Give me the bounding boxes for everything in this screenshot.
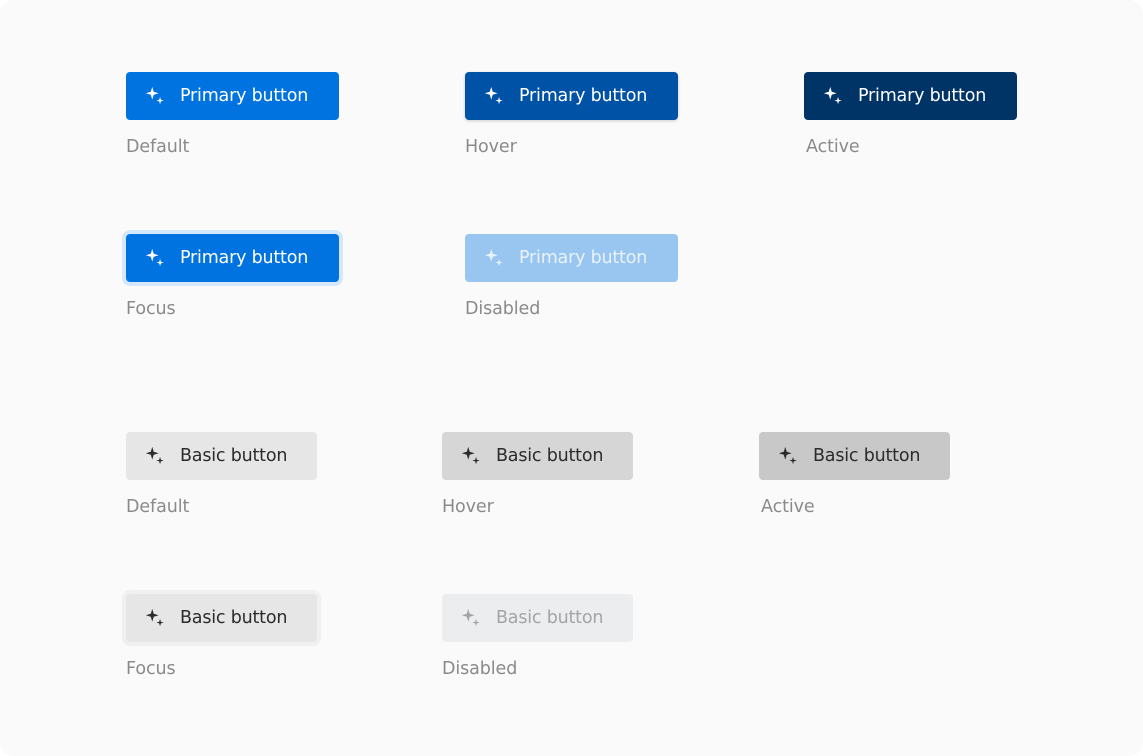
state-label: Hover — [442, 497, 494, 517]
button-label: Basic button — [496, 608, 604, 628]
state-label: Active — [761, 497, 815, 517]
button-label: Primary button — [180, 248, 309, 268]
primary-button-disabled: Primary button — [465, 234, 678, 282]
state-label: Focus — [126, 659, 176, 679]
sparkles-icon — [460, 445, 482, 467]
primary-default-cell: Primary button Default — [126, 72, 339, 157]
button-states-showcase: Primary button Default Primary button Ho… — [0, 0, 1143, 756]
button-label: Primary button — [519, 86, 648, 106]
state-label: Default — [126, 497, 190, 517]
state-label: Hover — [465, 137, 517, 157]
button-label: Primary button — [858, 86, 987, 106]
sparkles-icon — [144, 607, 166, 629]
primary-button-active[interactable]: Primary button — [804, 72, 1017, 120]
primary-button-default[interactable]: Primary button — [126, 72, 339, 120]
primary-disabled-cell: Primary button Disabled — [465, 234, 678, 319]
primary-focus-cell: Primary button Focus — [126, 234, 339, 319]
state-label: Focus — [126, 299, 176, 319]
basic-button-default[interactable]: Basic button — [126, 432, 317, 480]
basic-button-hover[interactable]: Basic button — [442, 432, 633, 480]
button-label: Basic button — [180, 446, 288, 466]
basic-button-disabled: Basic button — [442, 594, 633, 642]
primary-hover-cell: Primary button Hover — [465, 72, 678, 157]
basic-hover-cell: Basic button Hover — [442, 432, 633, 517]
state-label: Disabled — [442, 659, 518, 679]
basic-active-cell: Basic button Active — [759, 432, 950, 517]
state-label: Active — [806, 137, 860, 157]
sparkles-icon — [460, 607, 482, 629]
sparkles-icon — [144, 247, 166, 269]
basic-disabled-cell: Basic button Disabled — [442, 594, 633, 679]
sparkles-icon — [144, 85, 166, 107]
button-label: Primary button — [180, 86, 309, 106]
primary-active-cell: Primary button Active — [804, 72, 1017, 157]
state-label: Default — [126, 137, 190, 157]
state-label: Disabled — [465, 299, 541, 319]
sparkles-icon — [144, 445, 166, 467]
button-label: Basic button — [496, 446, 604, 466]
primary-button-hover[interactable]: Primary button — [465, 72, 678, 120]
button-label: Basic button — [180, 608, 288, 628]
basic-button-active[interactable]: Basic button — [759, 432, 950, 480]
basic-button-focus[interactable]: Basic button — [126, 594, 317, 642]
sparkles-icon — [483, 85, 505, 107]
basic-default-cell: Basic button Default — [126, 432, 317, 517]
button-label: Primary button — [519, 248, 648, 268]
button-label: Basic button — [813, 446, 921, 466]
basic-focus-cell: Basic button Focus — [126, 594, 317, 679]
primary-button-focus[interactable]: Primary button — [126, 234, 339, 282]
sparkles-icon — [822, 85, 844, 107]
sparkles-icon — [483, 247, 505, 269]
sparkles-icon — [777, 445, 799, 467]
